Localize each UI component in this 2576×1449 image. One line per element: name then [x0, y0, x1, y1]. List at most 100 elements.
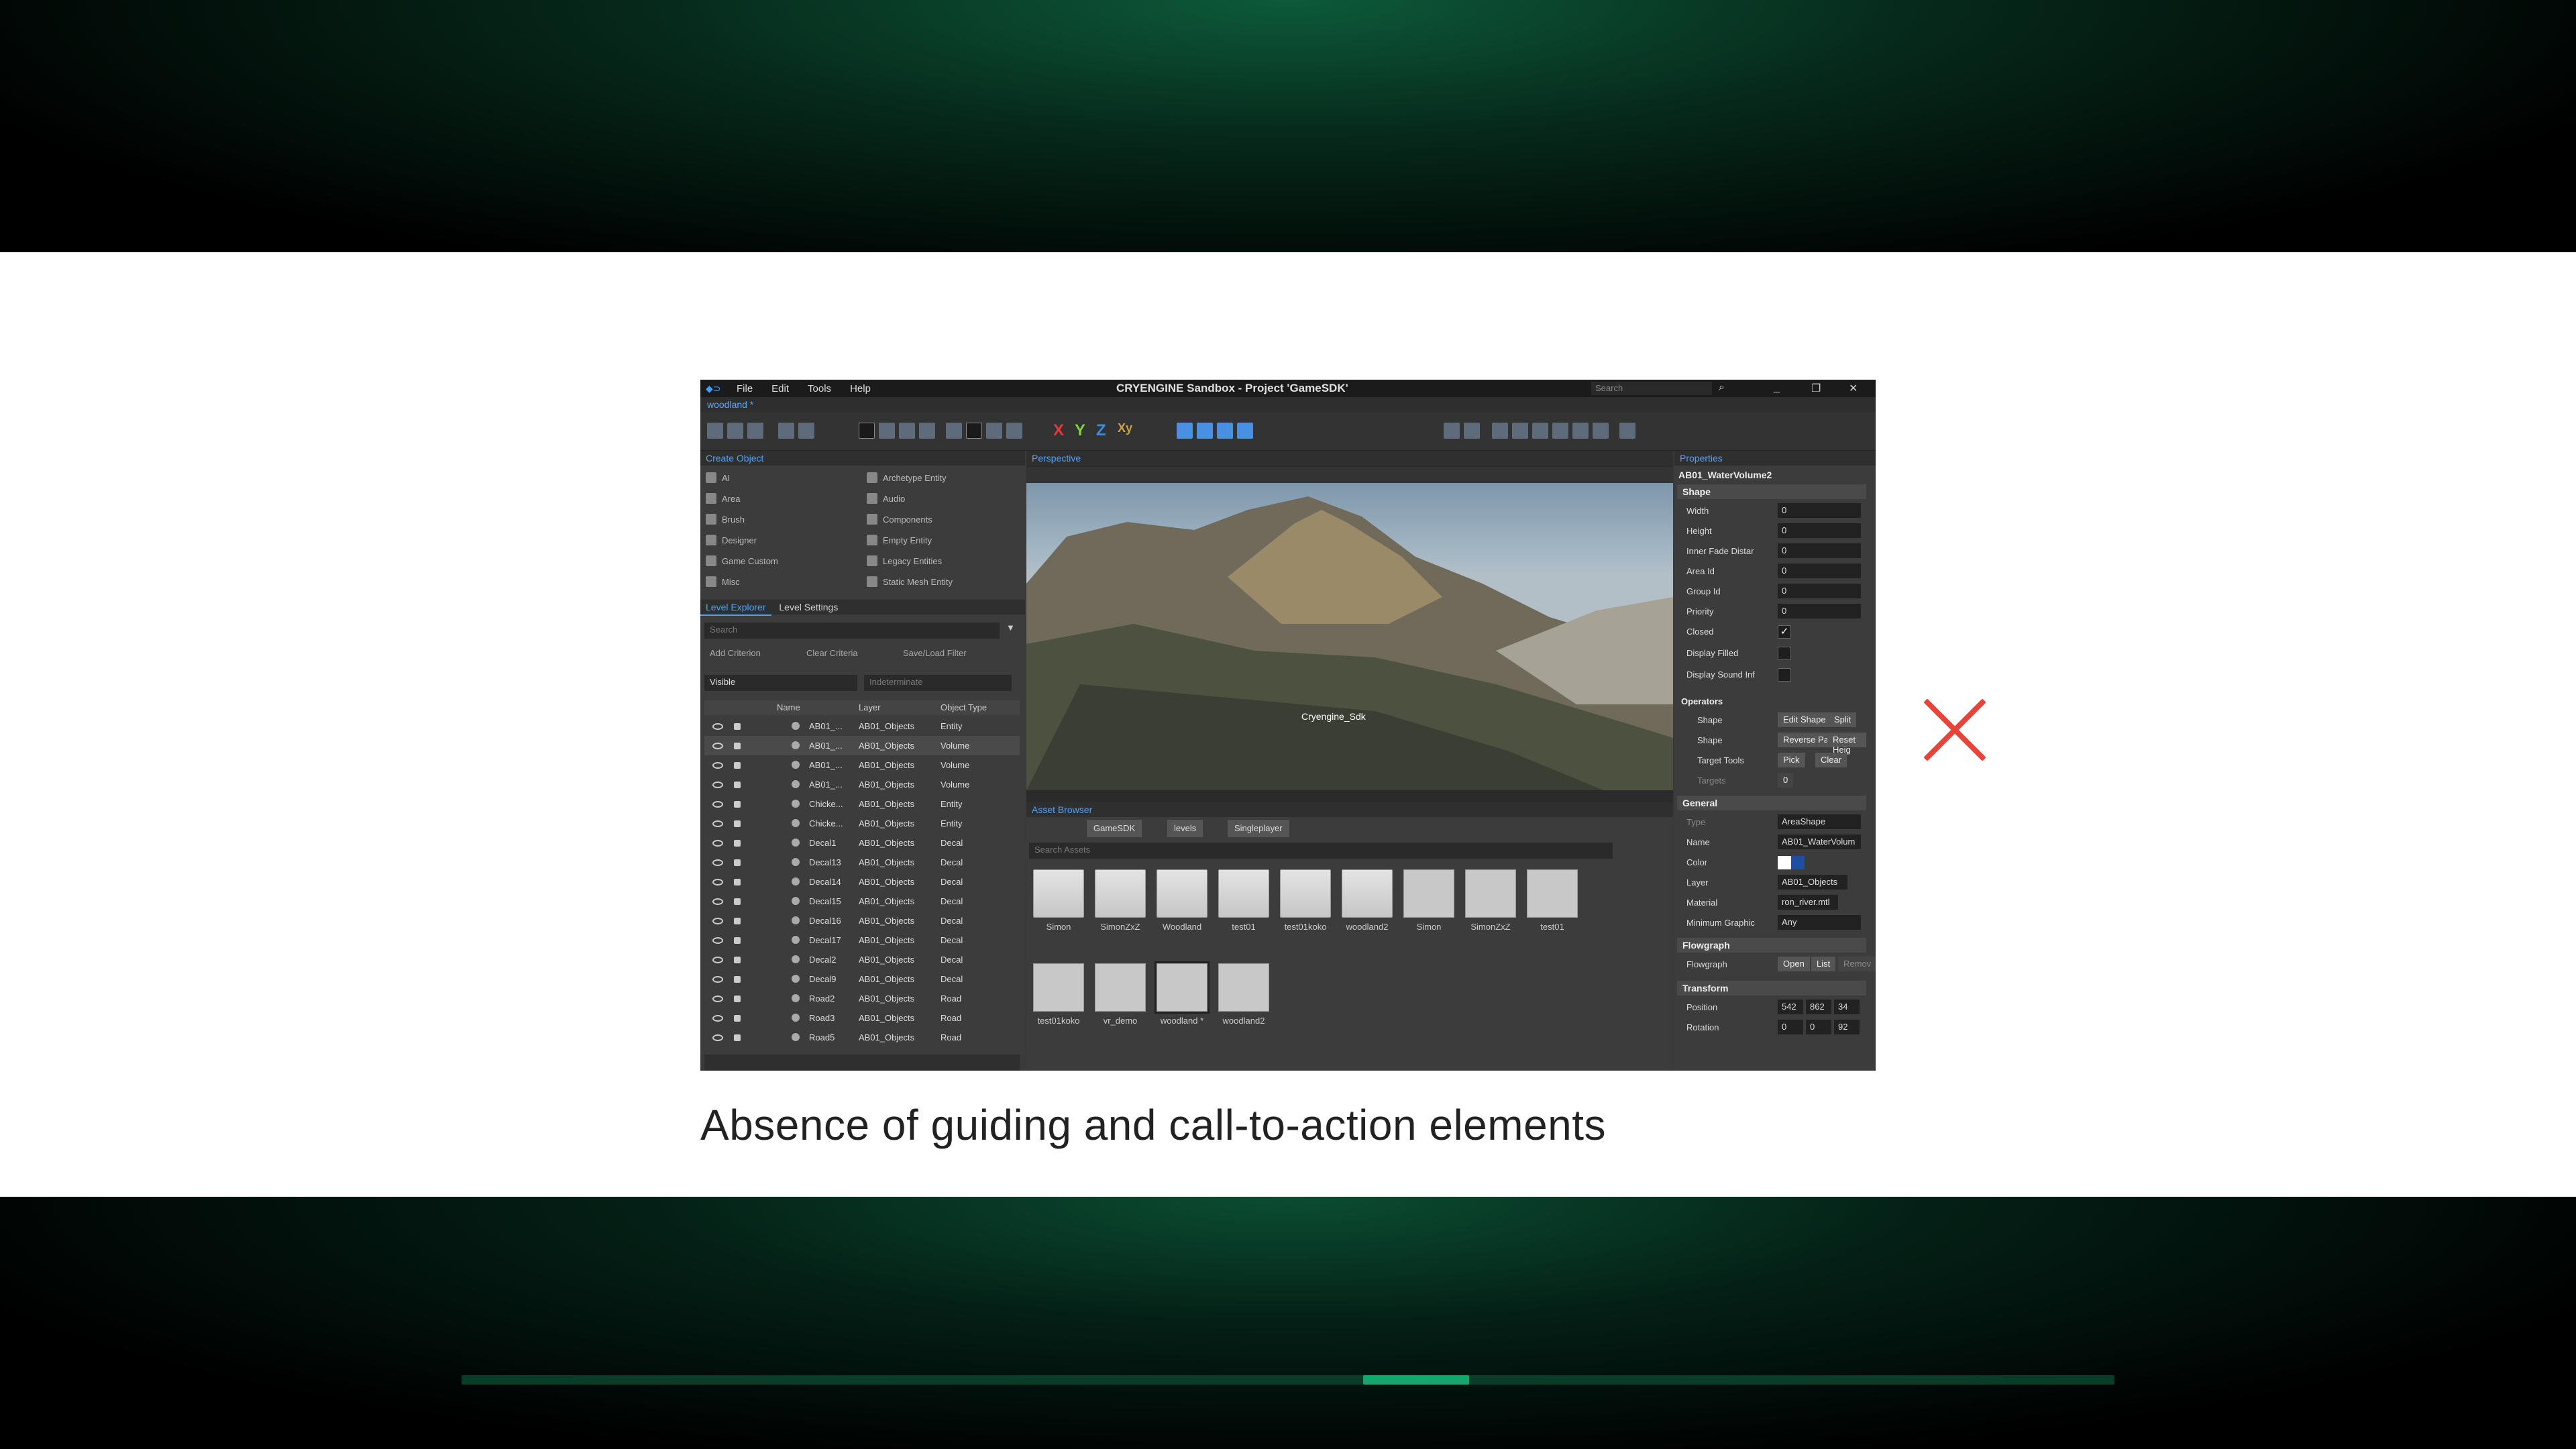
flowgraph-section[interactable]: Flowgraph [1677, 938, 1866, 953]
axis-xy-icon[interactable]: Xy [1118, 421, 1132, 435]
zoom-icon[interactable] [1464, 423, 1480, 439]
asset-thumbnail[interactable]: SimonZxZ [1093, 869, 1147, 932]
edge-snap-icon[interactable] [1237, 423, 1253, 439]
rotation-y[interactable]: 0 [1806, 1020, 1831, 1034]
table-row[interactable]: AB01_... AB01_Objects Volume [704, 755, 1020, 775]
visibility-eye-icon[interactable] [712, 1034, 723, 1041]
shape-section[interactable]: Shape [1677, 484, 1866, 499]
close-icon[interactable]: ✕ [1849, 382, 1858, 395]
reset-height-button[interactable]: Reset Heig [1827, 733, 1866, 755]
terrain-scene[interactable]: Cryengine_Sdk [1026, 483, 1673, 790]
visibility-eye-icon[interactable] [712, 937, 723, 944]
list-flowgraph-button[interactable]: List [1811, 957, 1836, 971]
create-archetype-entity[interactable]: Archetype Entity [867, 472, 947, 483]
asset-thumbnail[interactable]: woodland2 [1217, 963, 1271, 1026]
property-value-field[interactable]: 0 [1778, 604, 1861, 619]
axis-z-icon[interactable]: Z [1096, 421, 1106, 440]
select-icon[interactable] [859, 423, 875, 439]
min-graphic-select[interactable]: Any [1778, 915, 1861, 930]
asset-thumbnail[interactable]: Simon [1402, 869, 1456, 932]
property-value-field[interactable]: 0 [1778, 564, 1861, 578]
create-legacy-entities[interactable]: Legacy Entities [867, 555, 942, 566]
face-snap-icon[interactable] [1217, 423, 1233, 439]
lock-icon[interactable] [734, 918, 741, 924]
angle-snap-icon[interactable] [986, 423, 1002, 439]
menu-tools[interactable]: Tools [798, 383, 841, 394]
position-y[interactable]: 862 [1806, 1000, 1831, 1014]
lock-icon[interactable] [734, 820, 741, 827]
lock-icon[interactable] [734, 801, 741, 808]
slide-progress-bar[interactable] [462, 1375, 2114, 1385]
asset-thumbnail[interactable]: test01 [1217, 869, 1271, 932]
undo-icon[interactable] [778, 423, 794, 439]
axis-x-icon[interactable]: X [1053, 421, 1064, 440]
create-empty-entity[interactable]: Empty Entity [867, 535, 932, 545]
visibility-eye-icon[interactable] [712, 782, 723, 788]
remove-flowgraph-button[interactable]: Remov [1838, 957, 1876, 971]
property-value-field[interactable]: 0 [1778, 584, 1861, 598]
table-row[interactable]: AB01_... AB01_Objects Volume [704, 736, 1020, 755]
material-field[interactable]: ron_river.mtl [1778, 895, 1838, 910]
asset-thumbnail[interactable]: Simon [1032, 869, 1085, 932]
move-icon[interactable] [879, 423, 895, 439]
clear-criteria-button[interactable]: Clear Criteria [806, 648, 858, 658]
visibility-eye-icon[interactable] [712, 840, 723, 847]
lock-icon[interactable] [734, 1034, 741, 1041]
visibility-eye-icon[interactable] [712, 879, 723, 885]
create-static-mesh[interactable]: Static Mesh Entity [867, 576, 953, 587]
visibility-eye-icon[interactable] [712, 723, 723, 730]
lock-icon[interactable] [734, 957, 741, 963]
menu-help[interactable]: Help [841, 383, 880, 394]
lock-icon[interactable] [734, 762, 741, 769]
lock-icon[interactable] [734, 859, 741, 866]
create-ai[interactable]: AI [706, 472, 730, 483]
create-area[interactable]: Area [706, 493, 740, 504]
asset-thumbnail[interactable]: test01koko [1279, 869, 1332, 932]
visibility-eye-icon[interactable] [712, 918, 723, 924]
tool-e-icon[interactable] [1572, 423, 1589, 439]
tool-f-icon[interactable] [1593, 423, 1609, 439]
create-designer[interactable]: Designer [706, 535, 757, 545]
create-components[interactable]: Components [867, 514, 932, 525]
tool-d-icon[interactable] [1532, 423, 1548, 439]
table-row[interactable]: Chicke... AB01_Objects Entity [704, 794, 1020, 814]
open-icon[interactable] [727, 423, 743, 439]
table-row[interactable]: Decal2 AB01_Objects Decal [704, 950, 1020, 969]
filter-icon[interactable]: ▼ [1006, 623, 1015, 633]
tool-c-icon[interactable] [1512, 423, 1528, 439]
clear-button[interactable]: Clear [1815, 753, 1847, 767]
split-button[interactable]: Split [1829, 712, 1857, 727]
create-game-custom[interactable]: Game Custom [706, 555, 778, 566]
table-row[interactable]: Road5 AB01_Objects Road [704, 1028, 1020, 1047]
table-row[interactable]: Road2 AB01_Objects Road [704, 989, 1020, 1008]
asset-thumbnail[interactable]: woodland * [1155, 961, 1210, 1026]
crumb-levels[interactable]: levels [1167, 820, 1203, 837]
edit-shape-button[interactable]: Edit Shape [1778, 712, 1831, 727]
visibility-eye-icon[interactable] [712, 898, 723, 905]
visible-filter[interactable]: Visible [704, 675, 857, 691]
vertex-snap-icon[interactable] [1177, 423, 1193, 439]
lock-icon[interactable] [734, 723, 741, 730]
pick-button[interactable]: Pick [1778, 753, 1805, 767]
asset-thumbnail[interactable]: test01koko [1032, 963, 1085, 1026]
lock-icon[interactable] [734, 996, 741, 1002]
property-value-field[interactable]: 0 [1778, 543, 1861, 558]
table-row[interactable]: Decal9 AB01_Objects Decal [704, 969, 1020, 989]
link-icon[interactable] [1552, 423, 1568, 439]
add-criterion-button[interactable]: Add Criterion [710, 648, 761, 658]
visibility-eye-icon[interactable] [712, 1015, 723, 1022]
visibility-eye-icon[interactable] [712, 859, 723, 866]
table-row[interactable]: Decal13 AB01_Objects Decal [704, 853, 1020, 872]
property-checkbox[interactable] [1778, 647, 1791, 660]
property-value-field[interactable]: 0 [1778, 523, 1861, 538]
position-x[interactable]: 542 [1778, 1000, 1803, 1014]
table-row[interactable]: Decal16 AB01_Objects Decal [704, 911, 1020, 930]
snap-icon[interactable] [946, 423, 962, 439]
menu-file[interactable]: File [727, 383, 762, 394]
crumb-singleplayer[interactable]: Singleplayer [1228, 820, 1289, 837]
visibility-eye-icon[interactable] [712, 820, 723, 827]
property-checkbox[interactable]: ✓ [1778, 625, 1791, 639]
visibility-eye-icon[interactable] [712, 996, 723, 1002]
table-row[interactable]: Decal14 AB01_Objects Decal [704, 872, 1020, 892]
crumb-gamesdk[interactable]: GameSDK [1087, 820, 1142, 837]
